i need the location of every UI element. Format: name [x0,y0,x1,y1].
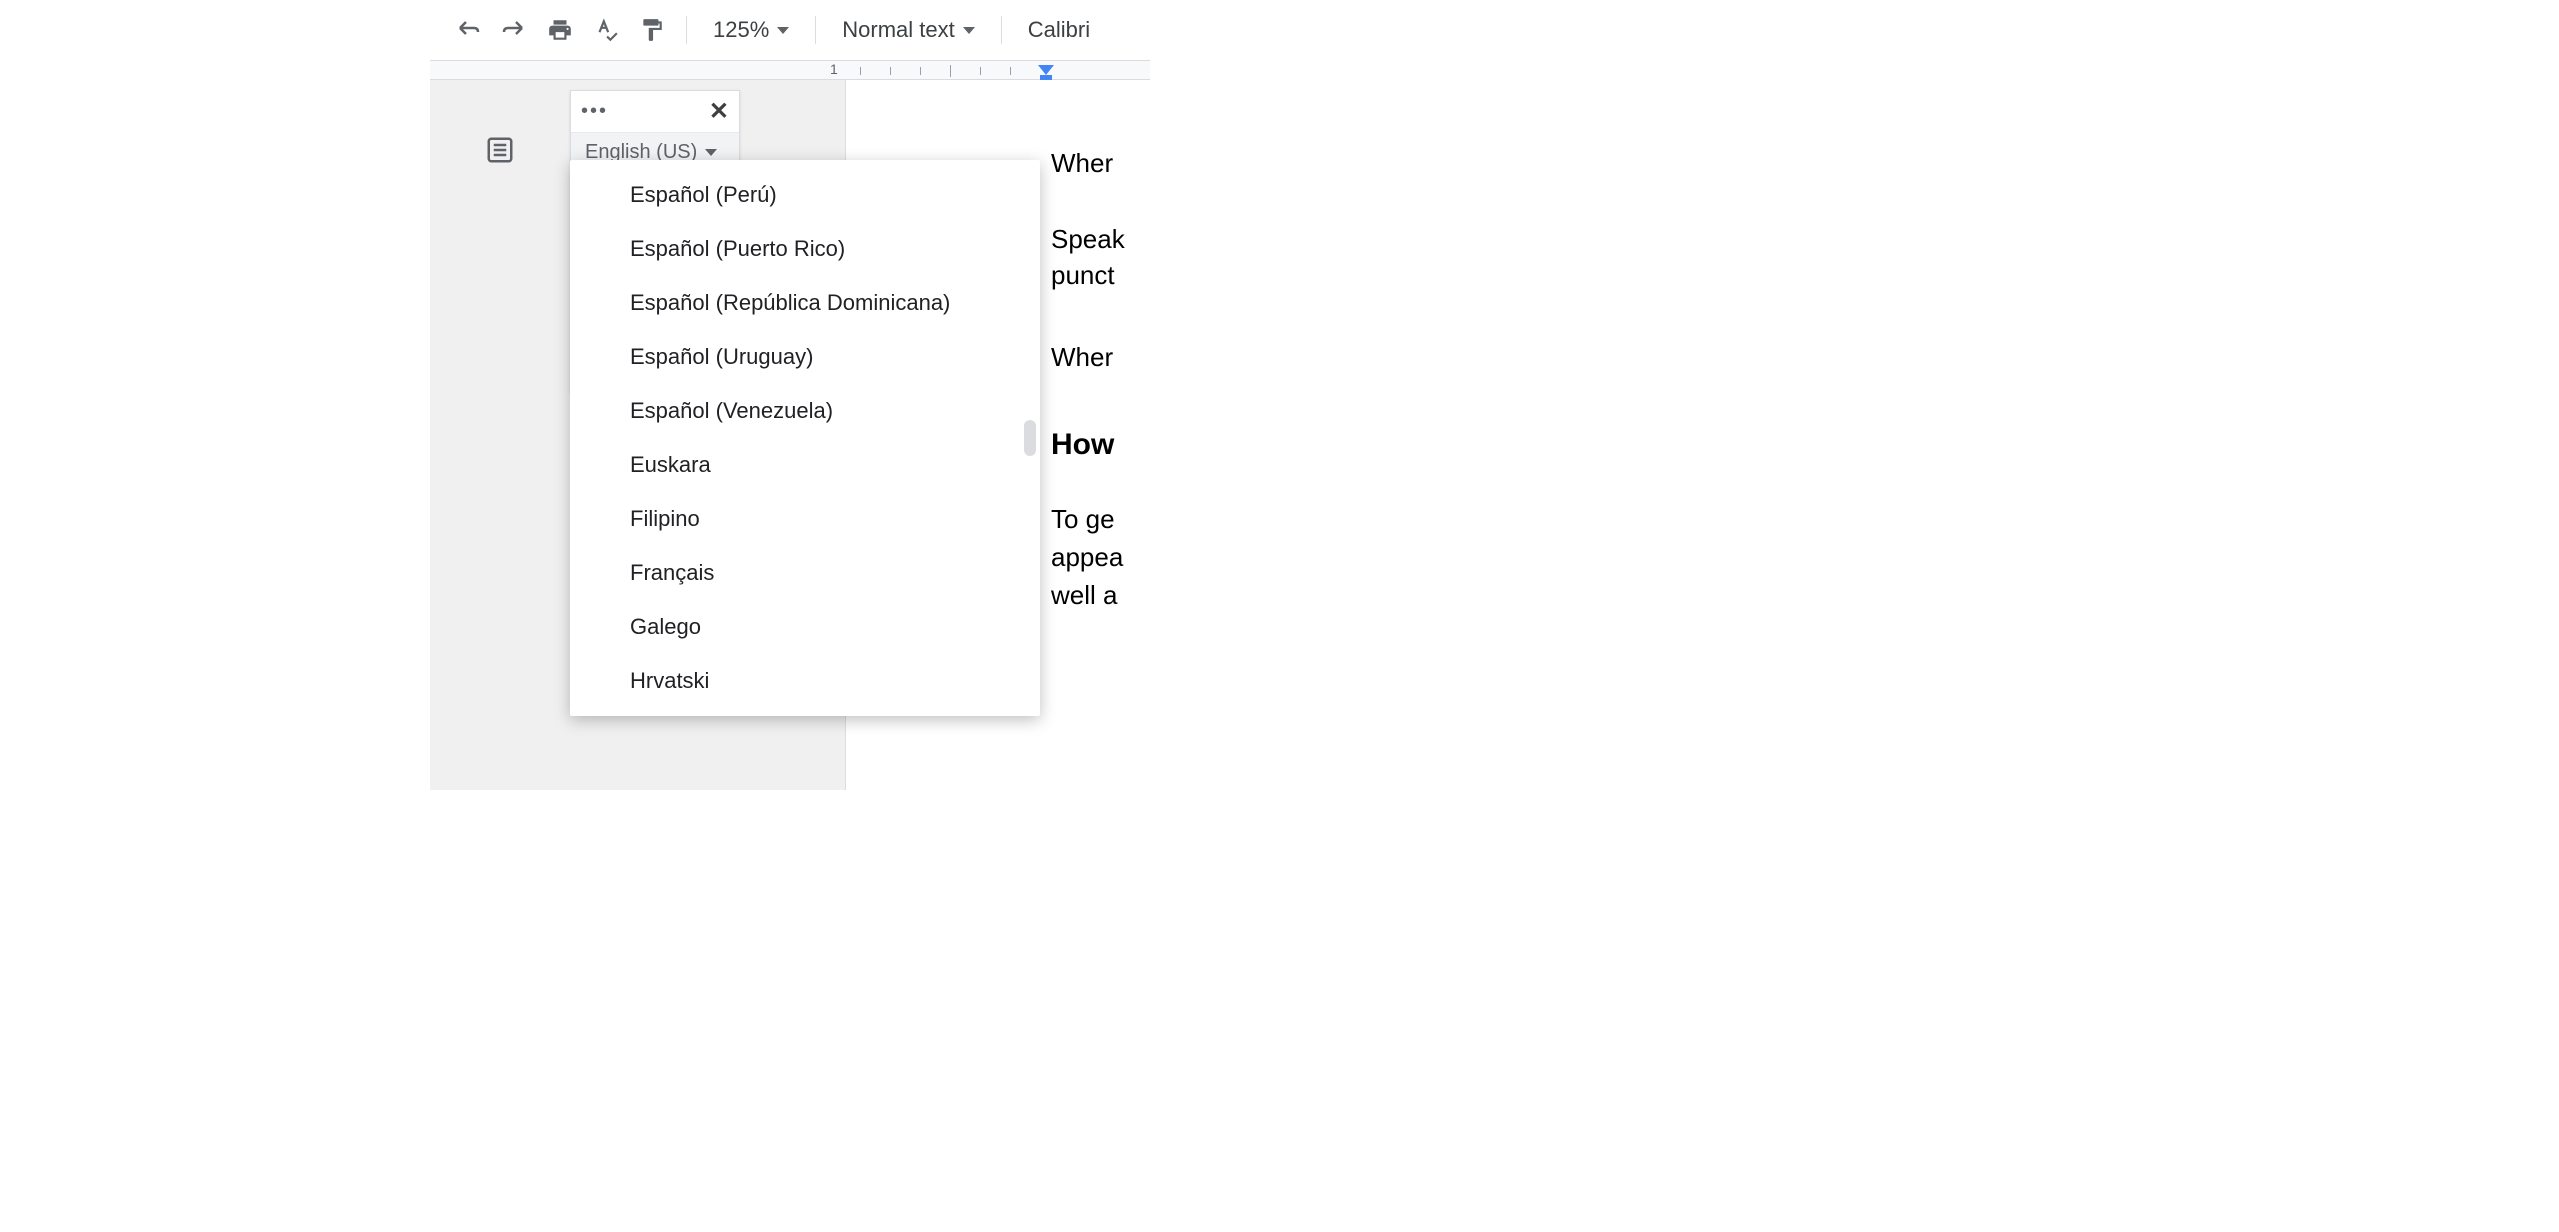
zoom-dropdown[interactable]: 125% [703,17,799,43]
toolbar-separator [815,16,816,44]
language-option[interactable]: Español (República Dominicana) [570,276,1040,330]
ruler[interactable]: 1 [430,60,1150,80]
scrollbar-thumb[interactable] [1024,420,1036,456]
ruler-tick [890,67,891,75]
paragraph-style-dropdown[interactable]: Normal text [832,17,984,43]
editor-area: Wher Speak punct Wher How To ge appea we… [430,80,1150,790]
ruler-tick [860,67,861,75]
language-option[interactable]: Filipino [570,492,1040,546]
ruler-mark: 1 [830,61,838,77]
document-text: punct [1051,260,1115,291]
voice-panel-header: ••• ✕ [571,91,739,133]
chevron-down-icon [963,27,975,34]
spellcheck-icon[interactable] [588,12,624,48]
indent-marker-icon[interactable] [1038,65,1054,75]
undo-icon[interactable] [450,12,486,48]
more-options-icon[interactable]: ••• [581,100,608,123]
paint-format-icon[interactable] [634,12,670,48]
language-dropdown-menu: Español (Perú) Español (Puerto Rico) Esp… [570,160,1040,716]
language-option[interactable]: Galego [570,600,1040,654]
document-text: Speak [1051,224,1125,255]
language-option[interactable]: Español (Perú) [570,168,1040,222]
language-option[interactable]: Français [570,546,1040,600]
document-text: To ge [1051,504,1115,535]
document-text: Wher [1051,148,1113,179]
language-option[interactable]: Español (Venezuela) [570,384,1040,438]
document-text: Wher [1051,342,1113,373]
toolbar-separator [686,16,687,44]
close-icon[interactable]: ✕ [709,97,729,126]
print-icon[interactable] [542,12,578,48]
language-option[interactable]: Euskara [570,438,1040,492]
ruler-tick [1010,67,1011,75]
language-option[interactable]: Español (Uruguay) [570,330,1040,384]
chevron-down-icon [705,149,717,156]
redo-icon[interactable] [496,12,532,48]
chevron-down-icon [777,27,789,34]
ruler-tick [950,65,951,77]
language-option[interactable]: Hrvatski [570,654,1040,708]
toolbar: 125% Normal text Calibri [430,0,1150,60]
document-text: well a [1051,580,1117,611]
document-heading: How [1051,428,1114,462]
ruler-tick [920,67,921,75]
document-text: appea [1051,542,1123,573]
language-option[interactable]: Español (Puerto Rico) [570,222,1040,276]
document-outline-icon[interactable] [480,130,520,170]
style-value: Normal text [842,17,954,43]
zoom-value: 125% [713,17,769,43]
ruler-tick [980,67,981,75]
font-dropdown[interactable]: Calibri [1018,17,1100,43]
toolbar-separator [1001,16,1002,44]
font-value: Calibri [1028,17,1090,43]
